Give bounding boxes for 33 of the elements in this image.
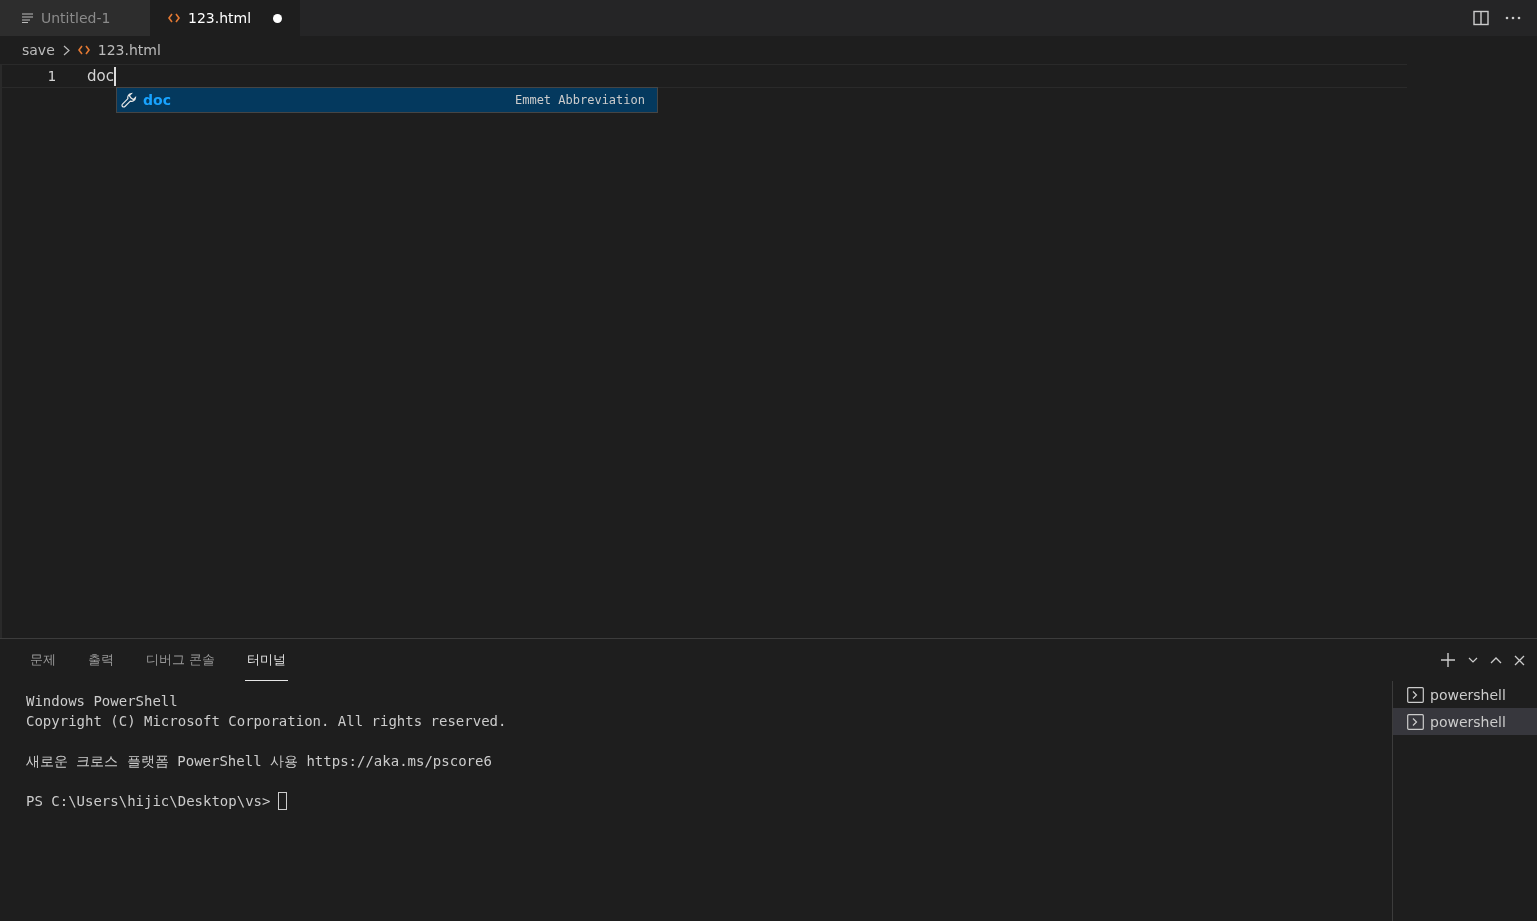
editor-tab[interactable]: 123.html [150,0,300,36]
terminal-cursor [278,792,288,810]
lines-icon [22,13,33,23]
terminal-output: Windows PowerShell [26,692,179,711]
breadcrumb-item[interactable]: 123.html [97,42,161,58]
terminal-icon [1407,713,1424,730]
close-icon[interactable] [1514,654,1525,666]
terminal-icon [1407,686,1424,703]
terminal-instance[interactable]: powershell [1393,708,1537,735]
panel-tab[interactable]: 문제 [28,639,58,681]
terminal-prompt: PS C:\Users\hijic\Desktop\vs> [26,792,271,811]
chevron-right-icon [62,44,70,56]
breadcrumb-item[interactable]: save [22,42,55,58]
terminal-instance[interactable]: powershell [1393,681,1537,708]
terminal-output: 새로운 크로스 플랫폼 PowerShell 사용 https://aka.ms/pscore6 [26,752,493,771]
editor-tab[interactable]: Untitled-1 [0,0,150,36]
split-editor-icon[interactable] [1473,10,1489,26]
line-number: 1 [46,68,56,84]
chevron-down-icon[interactable] [1468,657,1478,663]
panel-tab[interactable]: 출력 [86,639,116,681]
terminal-output: Copyright (C) Microsoft Corporation. All rights reserved. [26,712,508,731]
code-icon [77,45,90,55]
panel-tab[interactable]: 터미널 [245,639,289,681]
plus-icon[interactable] [1440,652,1456,668]
more-icon[interactable] [1505,16,1521,20]
panel-tab[interactable]: 디버그 콘솔 [144,639,218,681]
code-icon [168,13,180,23]
wrench-icon [121,92,137,108]
chevron-up-icon[interactable] [1490,656,1502,664]
text-cursor [113,66,116,86]
unsaved-dot [273,13,282,23]
code-text: doc [87,67,114,85]
suggestion-item[interactable]: doc Emmet Abbreviation [117,88,657,112]
